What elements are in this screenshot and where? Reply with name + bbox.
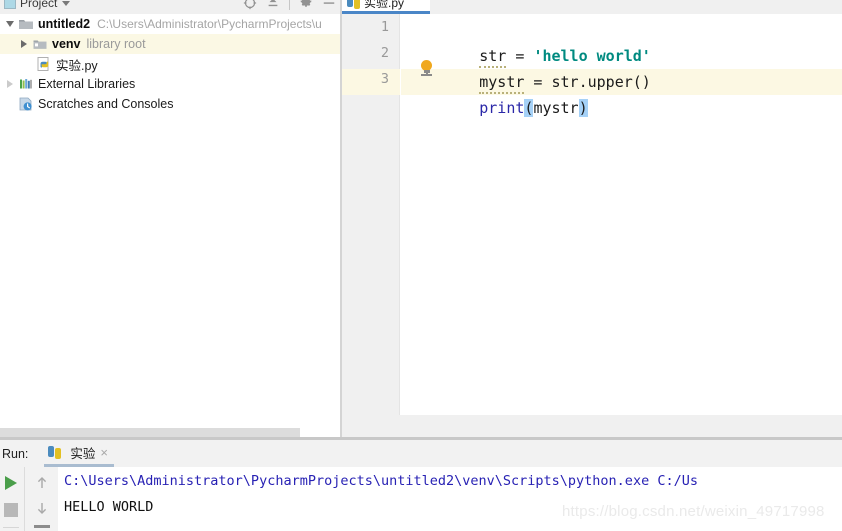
tree-node-scratches-consoles[interactable]: Scratches and Consoles	[0, 94, 340, 114]
console-output[interactable]: C:\Users\Administrator\PycharmProjects\u…	[58, 467, 842, 531]
python-file-icon	[48, 445, 62, 459]
toolbar-divider	[3, 527, 19, 528]
chevron-right-icon[interactable]	[16, 40, 32, 48]
chevron-up-icon[interactable]: ⌃	[410, 0, 419, 8]
close-icon[interactable]: ×	[100, 446, 108, 459]
tree-node-label: venv	[52, 37, 81, 51]
tree-node-untitled2[interactable]: untitled2 C:\Users\Administrator\Pycharm…	[0, 14, 340, 34]
code-token-close-paren: )	[578, 99, 588, 117]
scroll-down-icon[interactable]	[36, 501, 48, 515]
target-scroll-from-source-icon[interactable]	[243, 0, 257, 10]
settings-gear-icon[interactable]	[299, 0, 313, 10]
watermark-text: https://blog.csdn.net/weixin_49717998	[562, 503, 825, 520]
editor-tab-shiyan-py[interactable]: 实验.py ⌃	[342, 0, 430, 14]
code-token-argument: mystr	[533, 99, 579, 117]
python-file-icon	[347, 0, 360, 9]
console-line-command[interactable]: C:\Users\Administrator\PycharmProjects\u…	[64, 473, 698, 489]
python-file-icon	[36, 56, 52, 72]
collapse-all-icon[interactable]	[266, 0, 280, 10]
project-panel-horizontal-scrollbar[interactable]	[0, 428, 300, 437]
folder-module-icon	[18, 16, 34, 32]
run-tab-shiyan[interactable]: 实验 ×	[44, 440, 115, 467]
folder-venv-icon	[32, 36, 48, 52]
run-toolbar-secondary	[24, 467, 58, 531]
tree-node-label: untitled2	[38, 17, 91, 31]
console-line-stdout: HELLO WORLD	[64, 499, 154, 515]
project-tool-window: Project untitled2 C:\Users\Administrator…	[0, 0, 340, 437]
tree-node-venv[interactable]: venv library root	[0, 34, 340, 54]
gutter-line-number: 1	[380, 19, 389, 35]
toolbar-separator	[289, 0, 290, 10]
tree-node-path: C:\Users\Administrator\PycharmProjects\u	[97, 17, 322, 31]
scratches-consoles-icon	[18, 96, 34, 112]
code-line-2[interactable]: mystr = str.upper()	[407, 43, 651, 94]
code-token-function: print	[479, 99, 525, 117]
project-panel-header: Project	[0, 0, 340, 14]
run-play-icon[interactable]	[5, 476, 17, 490]
code-line-3[interactable]: print(mystr)	[407, 69, 588, 117]
hide-panel-icon[interactable]	[322, 0, 336, 10]
project-tree: untitled2 C:\Users\Administrator\Pycharm…	[0, 14, 340, 114]
editor-gutter[interactable]: 1 2 3	[342, 14, 400, 415]
tree-node-shiyan-py[interactable]: 实验.py	[0, 54, 340, 74]
run-tab-bar: Run: 实验 ×	[0, 440, 842, 467]
gutter-line-number: 3	[380, 71, 389, 87]
tree-node-external-libraries[interactable]: External Libraries	[0, 74, 340, 94]
project-panel-title: Project	[20, 0, 58, 10]
scroll-up-icon[interactable]	[36, 476, 48, 490]
code-editor[interactable]: str = 'hello world' mystr = str.upper() …	[401, 14, 842, 415]
chevron-right-icon[interactable]	[2, 80, 18, 88]
stop-icon[interactable]	[4, 503, 18, 517]
run-window-label: Run:	[2, 446, 29, 461]
editor-area: 实验.py ⌃ 1 2 3 str = 'hello world' mystr …	[342, 0, 842, 437]
soft-wrap-icon[interactable]	[34, 525, 50, 528]
external-libraries-icon	[18, 76, 34, 92]
tree-node-path: library root	[86, 37, 146, 51]
gutter-line-number: 2	[380, 45, 389, 61]
lightbulb-intention-icon[interactable]	[420, 60, 433, 76]
tree-node-label: Scratches and Consoles	[38, 97, 174, 111]
run-toolbar-left	[0, 467, 24, 531]
tree-node-label: 实验.py	[56, 58, 98, 73]
editor-tab-label: 实验.py	[364, 0, 405, 10]
run-tab-label: 实验	[70, 446, 96, 461]
pycharm-window: Project untitled2 C:\Users\Administrator…	[0, 0, 842, 531]
tree-node-label: External Libraries	[38, 77, 136, 91]
project-panel-icon	[4, 0, 16, 9]
code-line-1[interactable]: str = 'hello world'	[407, 17, 651, 68]
project-panel-toolbar	[243, 0, 336, 14]
chevron-down-icon[interactable]	[2, 21, 18, 27]
editor-bottom-strip	[342, 415, 842, 437]
chevron-down-icon[interactable]	[62, 0, 71, 6]
editor-tab-strip: 实验.py ⌃	[342, 0, 842, 14]
